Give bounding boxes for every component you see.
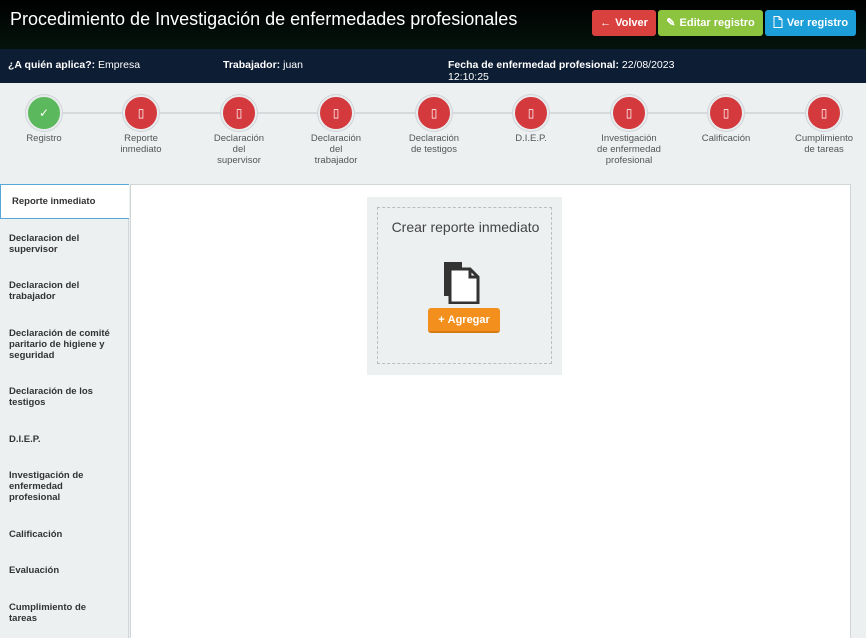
plus-icon: +: [438, 313, 445, 326]
file-icon: ▯: [708, 95, 744, 131]
pdf-file-icon: [773, 15, 783, 31]
step-cumplimiento[interactable]: ▯ Cumplimiento de tareas: [784, 95, 864, 155]
aplica-info: ¿A quién aplica?: Empresa: [8, 59, 140, 71]
step-label: Declaración de testigos: [408, 133, 460, 155]
sidebar-item-calificacion[interactable]: Calificación: [0, 529, 129, 540]
step-registro[interactable]: ✓ Registro: [4, 95, 84, 144]
sidebar-item-investigacion[interactable]: Investigación de enfermedad profesional: [0, 470, 129, 503]
fecha-info: Fecha de enfermedad profesional: 22/08/2…: [448, 59, 698, 83]
file-icon: ▯: [611, 95, 647, 131]
sidebar-item-label: Investigación de enfermedad profesional: [9, 470, 84, 503]
step-label: Calificación: [701, 133, 751, 144]
step-label: Investigación de enfermedad profesional: [597, 133, 661, 166]
step-calificacion[interactable]: ▯ Calificación: [686, 95, 766, 144]
step-label: Reporte inmediato: [120, 133, 162, 155]
editar-label: Editar registro: [679, 17, 755, 29]
aplica-value: Empresa: [98, 59, 141, 71]
step-reporte-inmediato[interactable]: ▯ Reporte inmediato: [101, 95, 181, 155]
sidebar-item-label: Declaracion del supervisor: [9, 233, 80, 255]
page-title: Procedimiento de Investigación de enferm…: [10, 9, 518, 29]
trabajador-info: Trabajador: juan: [223, 59, 303, 71]
step-declaracion-testigos[interactable]: ▯ Declaración de testigos: [394, 95, 474, 155]
agregar-button[interactable]: + Agregar: [428, 308, 500, 333]
step-label: Cumplimiento de tareas: [794, 133, 854, 155]
file-icon: ▯: [416, 95, 452, 131]
editar-registro-button[interactable]: ✎ Editar registro: [658, 10, 763, 36]
volver-button[interactable]: ← Volver: [592, 10, 656, 36]
card-title: Crear reporte inmediato: [391, 219, 540, 235]
sidebar-item-declaracion-testigos[interactable]: Declaración de los testigos: [0, 386, 129, 408]
file-icon: ▯: [806, 95, 842, 131]
sidebar-item-cumplimiento[interactable]: Cumplimiento de tareas: [0, 602, 129, 624]
step-label: D.I.E.P.: [515, 133, 547, 144]
sidebar-item-declaracion-trabajador[interactable]: Declaracion del trabajador: [0, 280, 129, 302]
sidebar-item-evaluacion[interactable]: Evaluación: [0, 565, 129, 576]
sidebar-item-label: D.I.E.P.: [9, 434, 41, 445]
sidebar-item-label: Declaracion del trabajador: [9, 280, 80, 302]
volver-label: Volver: [615, 17, 648, 29]
sidebar-item-declaracion-supervisor[interactable]: Declaracion del supervisor: [0, 233, 129, 255]
sidebar-item-label: Declaración de comité paritario de higie…: [9, 328, 110, 361]
file-icon: ▯: [513, 95, 549, 131]
right-margin: [851, 184, 866, 638]
sidebar: Reporte inmediato Declaracion del superv…: [0, 184, 129, 638]
fecha-label: Fecha de enfermedad profesional:: [448, 59, 619, 71]
sidebar-item-label: Evaluación: [9, 565, 60, 576]
sidebar-item-diep[interactable]: D.I.E.P.: [0, 434, 129, 445]
sidebar-item-reporte-inmediato[interactable]: Reporte inmediato: [0, 184, 129, 219]
file-icon: ▯: [221, 95, 257, 131]
step-investigacion[interactable]: ▯ Investigación de enfermedad profesiona…: [589, 95, 669, 166]
sidebar-item-label: Cumplimiento de tareas: [9, 602, 87, 624]
agregar-label: Agregar: [447, 313, 490, 326]
main-panel: Crear reporte inmediato + Agregar: [130, 184, 851, 638]
create-report-card: Crear reporte inmediato + Agregar: [367, 197, 562, 375]
step-declaracion-supervisor[interactable]: ▯ Declaración del supervisor: [199, 95, 279, 166]
ver-registro-button[interactable]: Ver registro: [765, 10, 856, 36]
step-label: Registro: [26, 133, 62, 144]
ver-label: Ver registro: [786, 17, 849, 29]
sidebar-item-comite-paritario[interactable]: Declaración de comité paritario de higie…: [0, 328, 129, 361]
arrow-left-icon: ←: [600, 16, 612, 29]
aplica-label: ¿A quién aplica?:: [8, 59, 96, 71]
file-icon: ▯: [318, 95, 354, 131]
progress-stepper: ✓ Registro ▯ Reporte inmediato ▯ Declara…: [0, 83, 866, 185]
sidebar-item-label: Reporte inmediato: [12, 196, 96, 207]
pencil-icon: ✎: [666, 16, 676, 29]
check-icon: ✓: [26, 95, 62, 131]
dropzone: Crear reporte inmediato + Agregar: [377, 207, 552, 364]
trabajador-label: Trabajador:: [223, 59, 281, 71]
step-label: Declaración del trabajador: [310, 133, 362, 166]
step-label: Declaración del supervisor: [213, 133, 265, 166]
copy-document-icon: [442, 260, 488, 309]
step-diep[interactable]: ▯ D.I.E.P.: [491, 95, 571, 144]
file-icon: ▯: [123, 95, 159, 131]
step-declaracion-trabajador[interactable]: ▯ Declaración del trabajador: [296, 95, 376, 166]
sidebar-item-label: Declaración de los testigos: [9, 386, 93, 408]
sidebar-item-label: Calificación: [9, 529, 63, 540]
trabajador-value: juan: [283, 59, 303, 71]
info-bar: ¿A quién aplica?: Empresa Trabajador: ju…: [0, 49, 866, 83]
top-bar: Procedimiento de Investigación de enferm…: [0, 0, 866, 49]
